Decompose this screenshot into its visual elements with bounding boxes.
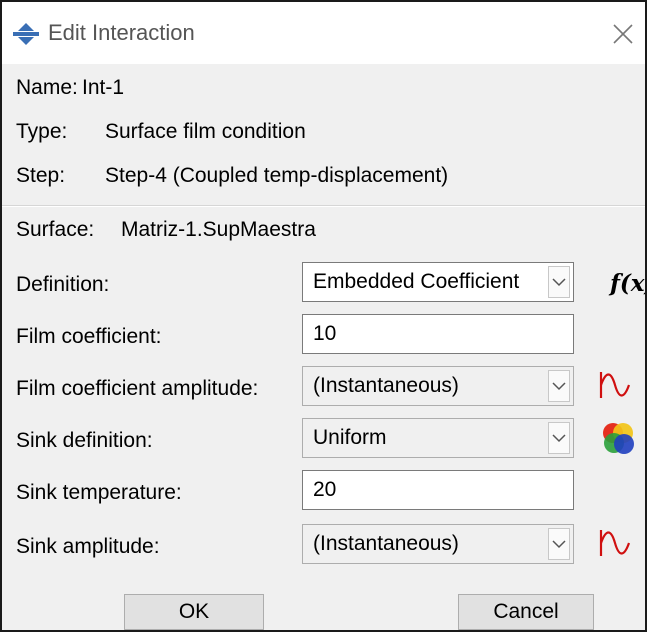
sink-amplitude-value: (Instantaneous) <box>313 532 459 555</box>
definition-select[interactable]: Embedded Coefficient <box>302 262 574 302</box>
sink-temperature-value: 20 <box>313 478 337 501</box>
edit-interaction-dialog: Edit Interaction Name: Int-1 Type: Surface… <box>0 0 647 632</box>
title-bar[interactable]: Edit Interaction <box>2 2 645 64</box>
name-label: Name: <box>16 76 78 99</box>
surface-label: Surface: <box>16 218 95 241</box>
divider <box>2 206 645 207</box>
step-row: Step: Step-4 (Coupled temp-displacement) <box>16 164 448 188</box>
window-title: Edit Interaction <box>48 20 195 45</box>
amplitude-icon[interactable] <box>598 528 632 558</box>
chevron-down-icon[interactable] <box>548 266 570 298</box>
abaqus-icon <box>13 23 39 45</box>
chevron-down-icon[interactable] <box>548 528 570 560</box>
film-coefficient-input[interactable]: 10 <box>302 314 574 354</box>
name-row: Name: Int-1 <box>16 76 124 100</box>
definition-value: Embedded Coefficient <box>313 270 520 293</box>
type-value: Surface film condition <box>105 120 306 143</box>
amplitude-icon[interactable] <box>598 370 632 400</box>
step-value: Step-4 (Coupled temp-displacement) <box>105 164 449 187</box>
type-row: Type: Surface film condition <box>16 120 306 144</box>
sink-temperature-input[interactable]: 20 <box>302 470 574 510</box>
step-label: Step: <box>16 164 66 187</box>
sink-definition-label: Sink definition: <box>16 429 153 452</box>
film-coefficient-value: 10 <box>313 322 337 345</box>
sink-temperature-label: Sink temperature: <box>16 481 182 504</box>
function-icon[interactable]: f(x) <box>610 270 645 297</box>
name-value: Int-1 <box>82 76 125 99</box>
surface-value: Matriz-1.SupMaestra <box>121 218 316 241</box>
sink-definition-value: Uniform <box>313 426 387 449</box>
definition-label: Definition: <box>16 273 110 296</box>
ok-button[interactable]: OK <box>124 594 264 630</box>
analytical-field-icon[interactable] <box>600 420 636 456</box>
chevron-down-icon[interactable] <box>548 422 570 454</box>
film-coefficient-amplitude-value: (Instantaneous) <box>313 374 459 397</box>
sink-definition-select[interactable]: Uniform <box>302 418 574 458</box>
close-icon[interactable] <box>605 16 639 50</box>
sink-amplitude-select[interactable]: (Instantaneous) <box>302 524 574 564</box>
type-label: Type: <box>16 120 68 143</box>
film-coefficient-label: Film coefficient: <box>16 325 162 348</box>
chevron-down-icon[interactable] <box>548 370 570 402</box>
cancel-button[interactable]: Cancel <box>458 594 594 630</box>
film-coefficient-amplitude-select[interactable]: (Instantaneous) <box>302 366 574 406</box>
sink-amplitude-label: Sink amplitude: <box>16 535 160 558</box>
surface-row: Surface: Matriz-1.SupMaestra <box>16 218 316 242</box>
film-coefficient-amplitude-label: Film coefficient amplitude: <box>16 377 259 400</box>
